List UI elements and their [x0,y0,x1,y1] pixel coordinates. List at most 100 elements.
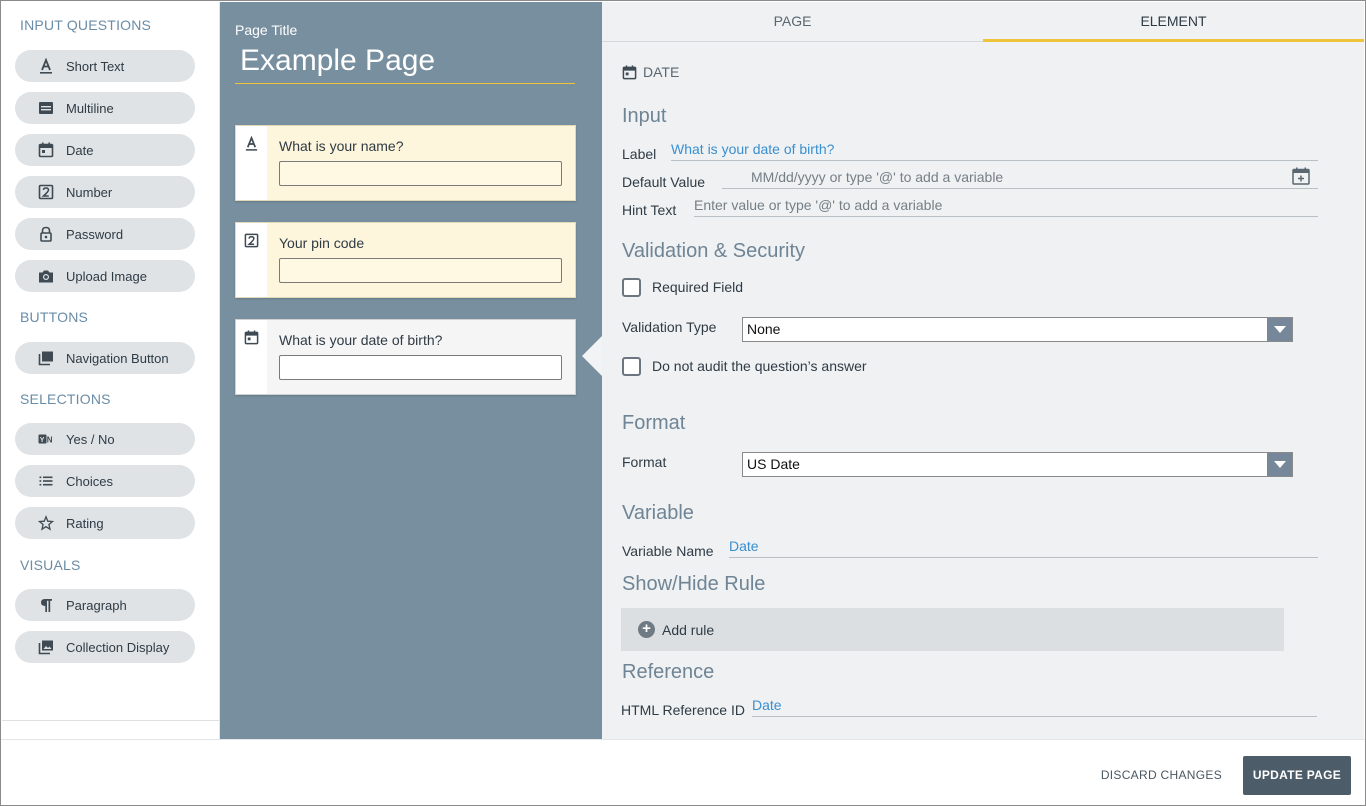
format-value: US Date [747,456,800,472]
calendar-add-icon[interactable] [1292,167,1310,185]
variable-name-label: Variable Name [622,543,714,559]
palette-divider [2,720,219,721]
palette-item-multiline[interactable]: Multiline [15,92,195,124]
calendar-icon [38,142,54,158]
element-palette: INPUT QUESTIONS Short Text Multiline Dat… [2,2,220,739]
star-icon [38,515,54,531]
do-not-audit-label: Do not audit the question’s answer [652,358,867,374]
page-title[interactable]: Example Page [235,42,575,84]
format-select[interactable]: US Date [742,452,1293,477]
page-canvas: Page Title Example Page What is your nam… [220,2,602,739]
text-a-icon [244,135,259,151]
palette-item-rating[interactable]: Rating [15,507,195,539]
svg-text:N: N [47,436,53,445]
multiline-icon [38,100,54,116]
palette-item-label: Multiline [66,100,114,116]
validation-heading: Validation & Security [622,240,806,262]
chevron-down-icon [1267,318,1292,341]
page-title-label: Page Title [235,22,298,38]
palette-item-label: Password [66,226,124,242]
calendar-icon [622,64,637,80]
camera-icon [38,268,54,284]
svg-text:Y: Y [40,437,45,444]
label-field[interactable]: What is your date of birth? [671,139,1318,161]
element-type-label: DATE [643,64,680,80]
chevron-down-icon [1267,453,1292,476]
question-card-name[interactable]: What is your name? [235,125,576,201]
question-card-date-selected[interactable]: What is your date of birth? [235,319,576,395]
html-reference-label: HTML Reference ID [621,702,745,718]
question-text: What is your date of birth? [279,332,443,348]
show-hide-heading: Show/Hide Rule [622,573,766,595]
palette-item-label: Number [66,184,113,200]
section-title-buttons: BUTTONS [20,309,89,325]
question-card-pin[interactable]: Your pin code [235,222,576,298]
label-field-label: Label [622,146,657,162]
palette-item-password[interactable]: Password [15,218,195,250]
palette-item-label: Upload Image [66,268,147,284]
validation-type-label: Validation Type [622,319,717,335]
palette-item-label: Date [66,142,94,158]
palette-item-label: Short Text [66,58,125,74]
discard-changes-button[interactable]: DISCARD CHANGES [1101,768,1222,782]
validation-type-select[interactable]: None [742,317,1293,342]
gallery-icon [38,639,54,655]
variable-name-field[interactable]: Date [729,536,1318,558]
palette-item-upload-image[interactable]: Upload Image [15,260,195,292]
question-input-preview [279,258,562,283]
required-field-label: Required Field [652,279,744,295]
format-label: Format [622,454,667,470]
palette-item-collection-display[interactable]: Collection Display [15,631,195,663]
question-text: Your pin code [279,235,365,251]
tab-page[interactable]: PAGE [602,2,983,42]
validation-type-value: None [747,321,781,337]
number-icon [244,233,259,248]
required-field-checkbox[interactable] [622,278,641,297]
number-icon [38,184,54,200]
palette-item-label: Choices [66,473,113,489]
reference-heading: Reference [622,661,715,683]
palette-item-label: Rating [66,515,104,531]
footer-bar: DISCARD CHANGES UPDATE PAGE [1,739,1365,805]
format-heading: Format [622,412,686,434]
tab-element[interactable]: ELEMENT [983,2,1364,42]
palette-item-navigation-button[interactable]: Navigation Button [15,342,195,374]
yes-no-icon: YN [38,431,54,447]
palette-item-paragraph[interactable]: Paragraph [15,589,195,621]
palette-item-short-text[interactable]: Short Text [15,50,195,82]
section-title-selections: SELECTIONS [20,391,111,407]
update-page-button[interactable]: UPDATE PAGE [1243,756,1351,795]
default-value-label: Default Value [622,174,706,190]
default-value-field[interactable]: MM/dd/yyyy or type '@' to add a variable [722,167,1318,189]
add-rule-button[interactable]: + Add rule [621,608,1284,651]
list-icon [38,473,54,489]
properties-panel: PAGE ELEMENT DATE Input Label What is yo… [602,2,1364,739]
palette-item-number[interactable]: Number [15,176,195,208]
section-title-visuals: VISUALS [20,557,81,573]
hint-text-field[interactable]: Enter value or type '@' to add a variabl… [694,195,1318,217]
calendar-icon [244,330,259,345]
navigation-icon [38,350,54,366]
text-a-icon [38,58,54,74]
palette-item-label: Yes / No [66,431,115,447]
lock-icon [38,226,54,242]
palette-item-label: Navigation Button [66,350,169,366]
question-text: What is your name? [279,138,404,154]
palette-item-date[interactable]: Date [15,134,195,166]
palette-item-label: Paragraph [66,597,127,613]
element-type-breadcrumb: DATE [622,64,679,80]
selection-pointer [582,336,602,376]
add-circle-icon: + [638,621,655,638]
html-reference-field[interactable]: Date [752,695,1317,717]
do-not-audit-checkbox[interactable] [622,357,641,376]
input-heading: Input [622,105,667,127]
palette-item-yes-no[interactable]: YN Yes / No [15,423,195,455]
question-input-preview [279,161,562,186]
question-input-preview [279,355,562,380]
section-title-input-questions: INPUT QUESTIONS [20,17,152,33]
panel-tabs: PAGE ELEMENT [602,2,1364,42]
paragraph-icon [38,597,54,613]
hint-text-label: Hint Text [622,202,677,218]
palette-item-choices[interactable]: Choices [15,465,195,497]
variable-heading: Variable [622,502,694,524]
